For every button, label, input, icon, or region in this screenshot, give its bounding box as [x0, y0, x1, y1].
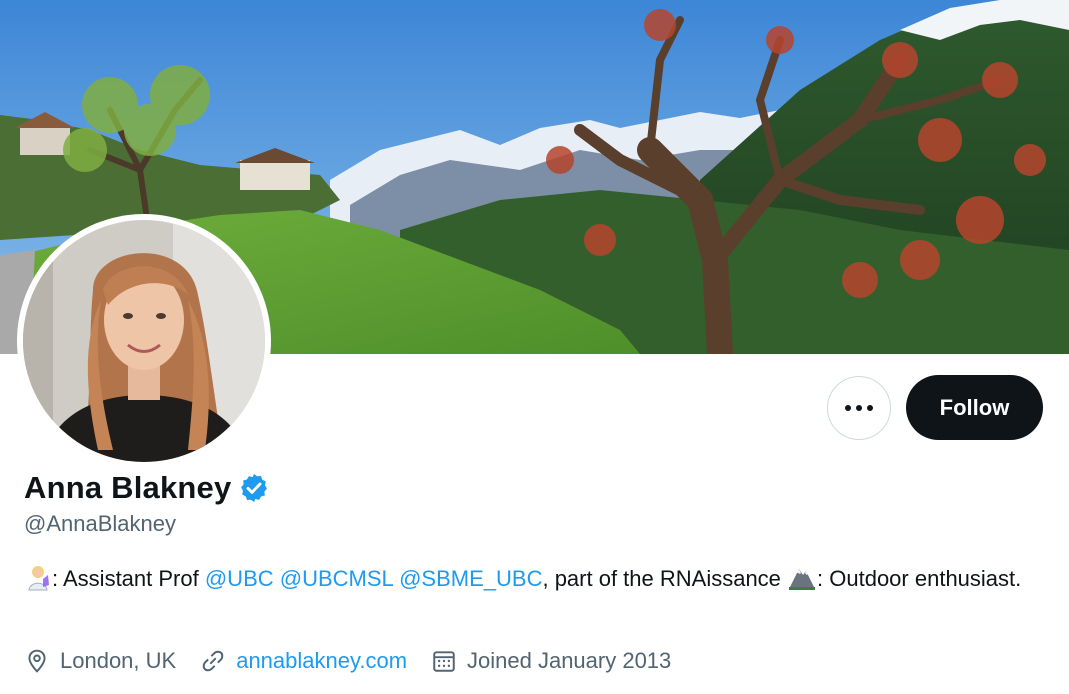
scientist-emoji-icon: [24, 563, 52, 600]
profile-bio: : Assistant Prof @UBC @UBCMSL @SBME_UBC,…: [24, 563, 1024, 600]
profile-avatar[interactable]: [17, 214, 271, 468]
bio-text-3: : Outdoor enthusiast.: [817, 566, 1022, 591]
joined-item: Joined January 2013: [431, 648, 671, 674]
follow-button[interactable]: Follow: [906, 375, 1043, 440]
mention-ubcmsl-link[interactable]: @UBCMSL: [280, 566, 393, 591]
bio-text-1: : Assistant Prof: [52, 566, 205, 591]
bio-text-2: , part of the RNAissance: [542, 566, 788, 591]
verified-badge-icon[interactable]: [238, 472, 270, 504]
location-item: London, UK: [24, 648, 176, 674]
more-horizontal-icon: [845, 405, 873, 411]
mention-sbme-ubc-link[interactable]: @SBME_UBC: [399, 566, 542, 591]
more-options-button[interactable]: [827, 376, 891, 440]
link-icon: [202, 650, 224, 672]
profile-name-row: Anna Blakney: [24, 470, 270, 506]
location-text: London, UK: [60, 648, 177, 673]
mountain-emoji-icon: [787, 563, 817, 600]
joined-text: Joined January 2013: [467, 648, 672, 673]
profile-name: Anna Blakney: [24, 470, 232, 505]
location-pin-icon: [28, 649, 46, 673]
mention-ubc-link[interactable]: @UBC: [205, 566, 274, 591]
website-item[interactable]: annablakney.com: [200, 648, 407, 674]
website-link[interactable]: annablakney.com: [236, 648, 407, 674]
calendar-icon: [433, 651, 455, 672]
profile-meta: London, UK annablakney.com Joined Januar…: [24, 648, 695, 674]
profile-handle: @AnnaBlakney: [24, 511, 176, 536]
